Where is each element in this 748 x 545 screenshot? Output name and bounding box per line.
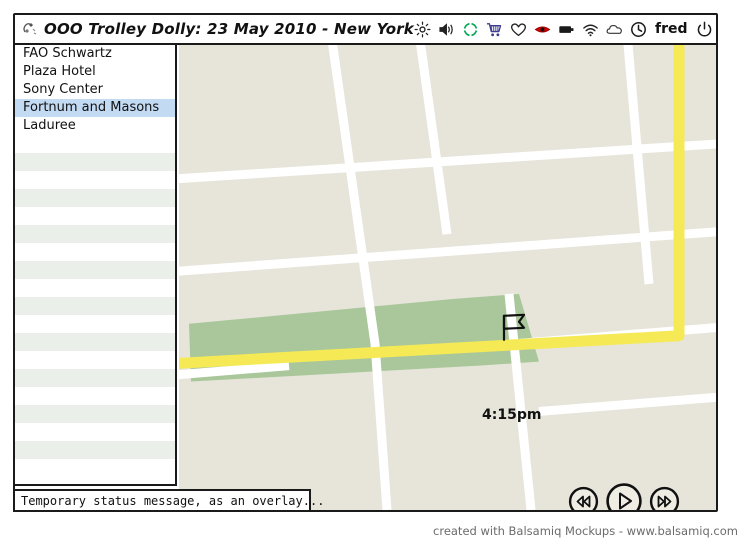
speaker-icon[interactable]	[438, 21, 455, 38]
title-bar-icon-tray: fred	[414, 20, 721, 38]
list-item-empty[interactable]	[15, 189, 175, 207]
clock-icon[interactable]	[630, 21, 647, 38]
list-item-empty[interactable]	[15, 459, 175, 477]
status-overlay[interactable]: Temporary status message, as an overlay.…	[13, 489, 324, 512]
places-list[interactable]: FAO Schwartz Plaza Hotel Sony Center For…	[15, 45, 177, 486]
sketch-app-icon	[23, 23, 37, 35]
list-item-empty[interactable]	[15, 171, 175, 189]
credit-text: created with Balsamiq Mockups - www.bals…	[433, 524, 738, 538]
location-target-icon[interactable]	[461, 20, 479, 38]
list-item-empty[interactable]	[15, 243, 175, 261]
heart-icon[interactable]	[510, 21, 527, 38]
brightness-icon[interactable]	[414, 21, 431, 38]
marker-time-label: 4:15pm	[482, 407, 542, 423]
map-canvas	[179, 45, 716, 510]
user-name-label[interactable]: fred	[654, 22, 689, 36]
eye-icon[interactable]	[534, 21, 551, 38]
fast-forward-button[interactable]	[649, 486, 680, 511]
list-item-empty[interactable]	[15, 333, 175, 351]
list-item-empty[interactable]	[15, 279, 175, 297]
list-item-selected[interactable]: Fortnum and Masons	[15, 99, 175, 117]
title-bar-left: OOO Trolley Dolly: 23 May 2010 - New Yor…	[15, 20, 414, 38]
list-item-empty[interactable]	[15, 207, 175, 225]
status-message: Temporary status message, as an overlay.…	[21, 493, 325, 508]
list-item-empty[interactable]	[15, 297, 175, 315]
app-root: OOO Trolley Dolly: 23 May 2010 - New Yor…	[0, 0, 748, 545]
list-item[interactable]: FAO Schwartz	[15, 45, 175, 63]
battery-icon[interactable]	[558, 21, 575, 38]
shopping-cart-icon[interactable]	[486, 21, 503, 38]
list-item-empty[interactable]	[15, 153, 175, 171]
list-item-empty[interactable]	[15, 135, 175, 153]
cloud-icon[interactable]	[606, 21, 623, 38]
playback-controls	[568, 482, 680, 510]
list-item-empty[interactable]	[15, 387, 175, 405]
list-item-empty[interactable]	[15, 261, 175, 279]
wifi-icon[interactable]	[582, 21, 599, 38]
list-item[interactable]: Sony Center	[15, 81, 175, 99]
window-body: FAO Schwartz Plaza Hotel Sony Center For…	[15, 45, 716, 510]
list-item-empty[interactable]	[15, 351, 175, 369]
list-item-empty[interactable]	[15, 441, 175, 459]
rewind-button[interactable]	[568, 486, 599, 511]
title-bar: OOO Trolley Dolly: 23 May 2010 - New Yor…	[15, 15, 716, 45]
play-button[interactable]	[605, 482, 643, 510]
application-window: OOO Trolley Dolly: 23 May 2010 - New Yor…	[13, 13, 718, 512]
window-title: OOO Trolley Dolly: 23 May 2010 - New Yor…	[44, 20, 414, 38]
list-item-empty[interactable]	[15, 225, 175, 243]
list-item[interactable]: Plaza Hotel	[15, 63, 175, 81]
list-item-empty[interactable]	[15, 405, 175, 423]
list-item[interactable]: Laduree	[15, 117, 175, 135]
power-icon[interactable]	[696, 21, 713, 38]
map-view[interactable]: 4:15pm	[179, 45, 716, 510]
list-item-empty[interactable]	[15, 423, 175, 441]
list-item-empty[interactable]	[15, 369, 175, 387]
list-item-empty[interactable]	[15, 315, 175, 333]
